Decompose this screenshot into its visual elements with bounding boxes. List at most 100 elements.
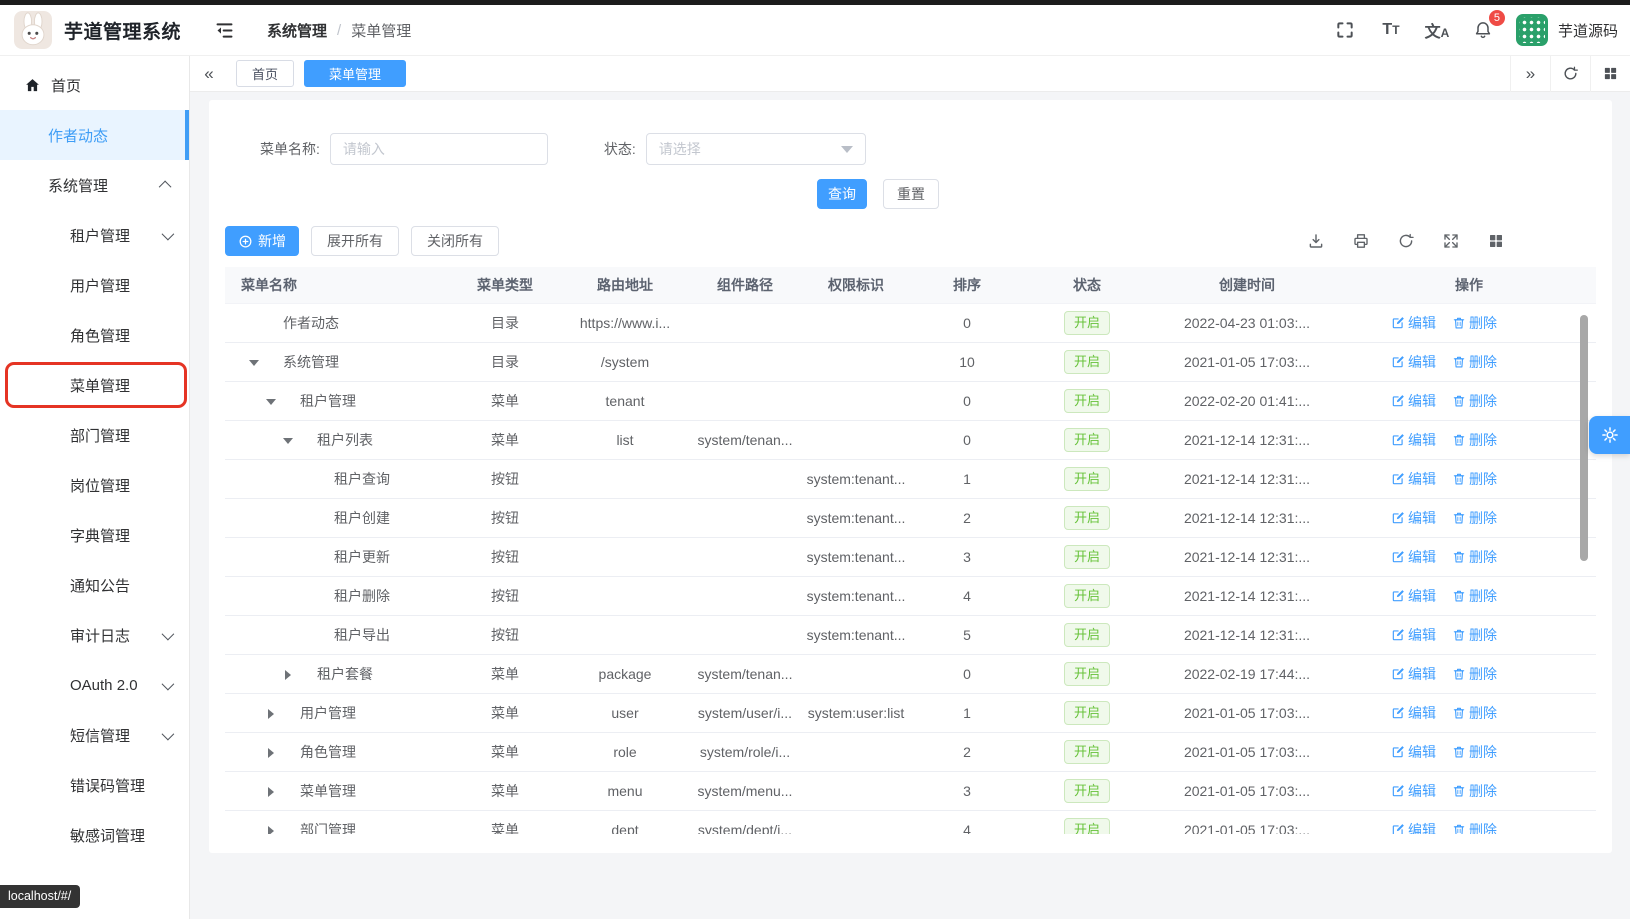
tree-right-icon[interactable] [264, 826, 278, 834]
sidebar-item[interactable]: 审计日志 [0, 610, 189, 660]
edit-link[interactable]: 编辑 [1391, 625, 1436, 645]
tabs-scroll-right-icon[interactable]: » [1510, 56, 1550, 92]
sidebar-item[interactable]: 菜单管理 [0, 360, 189, 410]
delete-link[interactable]: 删除 [1452, 430, 1497, 450]
status-cell: 开启 [1022, 343, 1152, 382]
delete-link[interactable]: 删除 [1452, 469, 1497, 489]
status-badge: 开启 [1064, 584, 1110, 608]
edit-link[interactable]: 编辑 [1391, 820, 1436, 834]
delete-link[interactable]: 删除 [1452, 625, 1497, 645]
expand-icon[interactable] [1441, 231, 1461, 251]
table-scrollbar[interactable] [1580, 315, 1588, 561]
edit-link[interactable]: 编辑 [1391, 391, 1436, 411]
tab-item[interactable]: 首页 [236, 60, 294, 87]
sidebar-item[interactable]: 字典管理 [0, 510, 189, 560]
tab-layout-grid-icon[interactable] [1590, 56, 1630, 92]
edit-link[interactable]: 编辑 [1391, 313, 1436, 333]
collapse-all-button[interactable]: 关闭所有 [411, 226, 499, 256]
edit-link[interactable]: 编辑 [1391, 742, 1436, 762]
edit-link[interactable]: 编辑 [1391, 352, 1436, 372]
sidebar-item[interactable]: 系统管理 [0, 160, 189, 210]
trash-icon [1452, 784, 1466, 798]
edit-link[interactable]: 编辑 [1391, 547, 1436, 567]
tree-down-icon[interactable] [264, 399, 278, 405]
tree-right-icon[interactable] [264, 787, 278, 797]
tree-down-icon[interactable] [281, 438, 295, 444]
delete-link[interactable]: 删除 [1452, 742, 1497, 762]
reset-button[interactable]: 重置 [883, 179, 939, 209]
edit-link[interactable]: 编辑 [1391, 586, 1436, 606]
bell-icon[interactable]: 5 [1468, 15, 1498, 45]
tree-down-icon[interactable] [247, 360, 261, 366]
avatar[interactable] [1516, 14, 1548, 46]
sidebar-item[interactable]: 用户管理 [0, 260, 189, 310]
status-select[interactable]: 请选择 [646, 133, 866, 165]
sidebar-item[interactable]: 角色管理 [0, 310, 189, 360]
table-body-clip: 作者动态目录https://www.i...0开启2022-04-23 01:0… [225, 303, 1596, 834]
download-icon[interactable] [1306, 231, 1326, 251]
delete-link[interactable]: 删除 [1452, 703, 1497, 723]
table-container: 菜单名称菜单类型路由地址组件路径权限标识排序状态创建时间操作 作者动态目录htt… [225, 267, 1596, 834]
created-time: 2021-12-14 12:31:... [1152, 421, 1342, 460]
sidebar-collapse-icon[interactable] [211, 17, 237, 43]
sidebar-item[interactable]: 作者动态 [0, 110, 189, 160]
menu-type: 菜单 [450, 772, 560, 811]
column-settings-grid-icon[interactable] [1486, 231, 1506, 251]
sidebar-item[interactable]: OAuth 2.0 [0, 660, 189, 710]
tab-active[interactable]: 菜单管理 [304, 60, 406, 87]
language-icon[interactable]: 文A [1422, 15, 1452, 45]
search-button[interactable]: 查询 [817, 179, 867, 209]
font-size-icon[interactable]: TT [1376, 15, 1406, 45]
edit-pen-icon [1391, 316, 1405, 330]
tree-right-icon[interactable] [264, 709, 278, 719]
menu-type: 菜单 [450, 382, 560, 421]
delete-link[interactable]: 删除 [1452, 352, 1497, 372]
delete-link[interactable]: 删除 [1452, 586, 1497, 606]
print-icon[interactable] [1351, 231, 1371, 251]
sidebar-item[interactable]: 敏感词管理 [0, 810, 189, 860]
delete-link[interactable]: 删除 [1452, 391, 1497, 411]
menu-name-input[interactable] [330, 133, 548, 165]
refresh-icon[interactable] [1396, 231, 1416, 251]
delete-link[interactable]: 删除 [1452, 313, 1497, 333]
status-badge: 开启 [1064, 506, 1110, 530]
edit-link[interactable]: 编辑 [1391, 469, 1436, 489]
theme-settings-gear-icon[interactable] [1589, 416, 1630, 454]
component-path [690, 460, 800, 499]
table-row: 作者动态目录https://www.i...0开启2022-04-23 01:0… [225, 304, 1596, 343]
tree-right-icon[interactable] [264, 748, 278, 758]
delete-link[interactable]: 删除 [1452, 664, 1497, 684]
sidebar-item[interactable]: 通知公告 [0, 560, 189, 610]
edit-link[interactable]: 编辑 [1391, 508, 1436, 528]
tab-refresh-icon[interactable] [1550, 56, 1590, 92]
add-button[interactable]: 新增 [225, 226, 299, 256]
delete-link[interactable]: 删除 [1452, 547, 1497, 567]
tree-right-icon[interactable] [281, 670, 295, 680]
username[interactable]: 芋道源码 [1558, 20, 1618, 41]
tabs-scroll-left-icon[interactable]: « [190, 56, 228, 92]
breadcrumb-item[interactable]: 系统管理 [267, 20, 327, 41]
edit-pen-icon [1391, 472, 1405, 486]
sidebar-item[interactable]: 岗位管理 [0, 460, 189, 510]
sidebar-item[interactable]: 错误码管理 [0, 760, 189, 810]
expand-all-button[interactable]: 展开所有 [311, 226, 399, 256]
fullscreen-icon[interactable] [1330, 15, 1360, 45]
sidebar-item[interactable]: 首页 [0, 60, 189, 110]
status-cell: 开启 [1022, 382, 1152, 421]
delete-link[interactable]: 删除 [1452, 820, 1497, 834]
edit-link[interactable]: 编辑 [1391, 430, 1436, 450]
edit-link[interactable]: 编辑 [1391, 781, 1436, 801]
edit-link[interactable]: 编辑 [1391, 703, 1436, 723]
actions-cell: 编辑删除 [1342, 460, 1596, 499]
status-badge: 开启 [1064, 662, 1110, 686]
delete-link[interactable]: 删除 [1452, 508, 1497, 528]
sidebar-item[interactable]: 租户管理 [0, 210, 189, 260]
status-cell: 开启 [1022, 655, 1152, 694]
edit-link[interactable]: 编辑 [1391, 664, 1436, 684]
sidebar-item[interactable]: 部门管理 [0, 410, 189, 460]
status-badge: 开启 [1064, 740, 1110, 764]
app-logo[interactable] [14, 11, 52, 49]
sidebar-item-label: 角色管理 [70, 325, 171, 346]
sidebar-item[interactable]: 短信管理 [0, 710, 189, 760]
delete-link[interactable]: 删除 [1452, 781, 1497, 801]
